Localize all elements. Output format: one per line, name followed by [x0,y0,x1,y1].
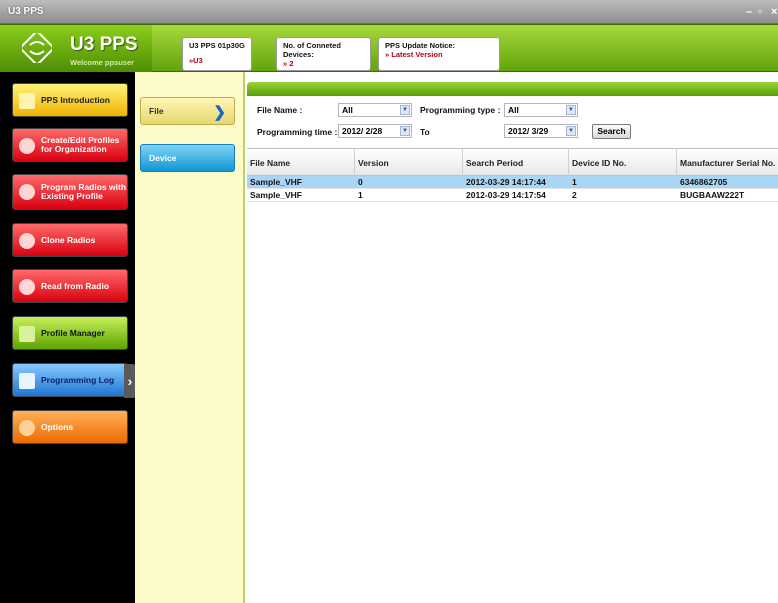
nav-label: Read from Radio [41,280,110,291]
update-notice-box: PPS Update Notice: » Latest Version [378,37,500,71]
subnav-file[interactable]: File ❯ [140,97,235,125]
maximize-button[interactable]: ▫ [758,6,762,18]
radio-icon [19,233,35,249]
main-panel: File Name : All ▼ Programming type : All… [247,72,778,603]
nav-read-from-radio[interactable]: Read from Radio [12,269,128,303]
chevron-down-icon: ▼ [566,105,576,115]
chevron-right-icon: ❯ [213,104,226,121]
chevron-down-icon: ▼ [400,126,410,136]
connected-devices-label: No. of Conneted Devices: [283,41,341,59]
nav-clone-radios[interactable]: Clone Radios [12,223,128,257]
column-header-search-period[interactable]: Search Period [463,149,569,177]
app-name: U3 PPS [70,34,138,55]
chevron-down-icon: ▼ [566,126,576,136]
table-header: File Name Version Search Period Device I… [247,148,778,177]
cell-serial: BUGBAAW222T [680,190,745,200]
column-header-version[interactable]: Version [355,149,463,177]
document-icon [19,93,35,109]
subnav-device-label: Device [149,153,177,163]
subnav-file-label: File [149,106,164,116]
update-notice-value: » Latest Version [385,50,443,59]
column-header-serial[interactable]: Manufacturer Serial No. [677,149,778,177]
file-name-label: File Name : [257,105,303,115]
update-notice-label: PPS Update Notice: [385,41,456,50]
welcome-text: Welcome ppsuser [70,58,135,67]
to-label: To [420,127,430,137]
cell-version: 0 [358,177,363,187]
radio-icon [19,279,35,295]
cell-version: 1 [358,190,363,200]
filter-panel: File Name : All ▼ Programming type : All… [247,96,778,146]
subnav-device[interactable]: Device [140,144,235,172]
programming-time-label: Programming time : [257,127,338,137]
version-info-box: U3 PPS 01p30G »U3 [182,37,252,71]
search-button[interactable]: Search [592,124,631,139]
logo-area: U3 PPS Welcome ppsuser [0,25,152,73]
nav-create-edit-profiles[interactable]: Create/Edit Profiles for Organization [12,128,128,162]
log-icon [19,373,35,389]
nav-options[interactable]: Options [12,410,128,444]
version-label: U3 PPS 01p30G [189,41,245,50]
close-button[interactable]: × [771,6,777,18]
cell-period: 2012-03-29 14:17:44 [466,177,546,187]
gear-icon [19,420,35,436]
nav-pps-introduction[interactable]: PPS Introduction [12,83,128,117]
nav-label: Options [41,421,74,432]
column-header-file-name[interactable]: File Name [247,149,355,177]
cell-file-name: Sample_VHF [250,190,302,200]
programming-type-select-value: All [508,105,519,115]
chevron-down-icon: ▼ [400,105,410,115]
file-name-select[interactable]: All ▼ [338,103,412,117]
app-logo-icon [22,33,52,63]
nav-programming-log[interactable]: Programming Log › [12,363,136,398]
app-header: U3 PPS Welcome ppsuser U3 PPS 01p30G »U3… [0,24,778,73]
programming-type-select[interactable]: All ▼ [504,103,578,117]
connected-devices-box: No. of Conneted Devices: » 2 [276,37,371,71]
radio-icon [19,138,35,154]
radio-icon [19,184,35,200]
nav-program-radios[interactable]: Program Radios with Existing Profile [12,174,128,210]
minimize-button[interactable]: – [746,6,752,18]
nav-profile-manager[interactable]: Profile Manager [12,316,128,350]
to-date-picker[interactable]: 2012/ 3/29 ▼ [504,124,578,138]
nav-label: PPS Introduction [41,94,110,105]
nav-label: Create/Edit Profiles for Organization [41,135,120,154]
cell-device-id: 1 [572,177,577,187]
table-row[interactable]: Sample_VHF 0 2012-03-29 14:17:44 1 63468… [247,176,778,189]
version-value: »U3 [189,56,203,65]
nav-label: Clone Radios [41,234,96,245]
nav-label: Profile Manager [41,327,105,338]
sub-navigation: File ❯ Device [135,72,245,603]
left-navigation: PPS Introduction Create/Edit Profiles fo… [0,72,136,603]
panel-header-bar [247,82,778,96]
nav-label: Program Radios with Existing Profile [41,182,127,201]
cell-device-id: 2 [572,190,577,200]
from-date-value: 2012/ 2/28 [342,126,383,136]
column-header-device-id[interactable]: Device ID No. [569,149,677,177]
to-date-value: 2012/ 3/29 [508,126,549,136]
connected-devices-value: » 2 [283,59,294,68]
table-row[interactable]: Sample_VHF 1 2012-03-29 14:17:54 2 BUGBA… [247,189,778,202]
title-bar: U3 PPS – ▫ × [0,0,778,24]
cell-serial: 6346862705 [680,177,728,187]
programming-type-label: Programming type : [420,105,501,115]
programming-log-table: File Name Version Search Period Device I… [247,148,778,202]
file-name-select-value: All [342,105,353,115]
nav-label: Programming Log [41,374,115,385]
from-date-picker[interactable]: 2012/ 2/28 ▼ [338,124,412,138]
cell-file-name: Sample_VHF [250,177,302,187]
cell-period: 2012-03-29 14:17:54 [466,190,546,200]
window-title: U3 PPS [8,6,44,17]
folder-icon [19,326,35,342]
